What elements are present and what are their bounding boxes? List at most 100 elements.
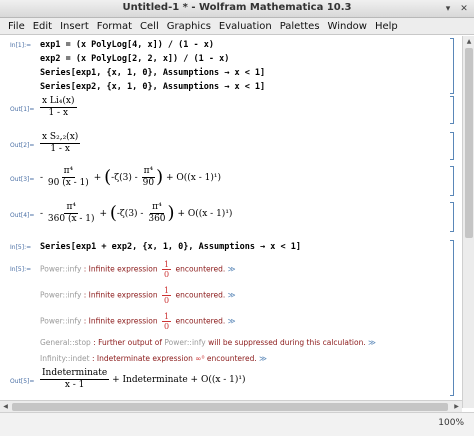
out5-tail: + Indeterminate + O((x - 1)¹): [112, 375, 246, 385]
close-icon[interactable]: ✕: [458, 3, 470, 15]
msg1-link[interactable]: ≫: [228, 265, 236, 274]
horizontal-scroll-thumb[interactable]: [12, 403, 448, 411]
msg4-link[interactable]: ≫: [368, 338, 376, 347]
out2-numerator: x S₂,₂(x): [40, 132, 81, 144]
msg2-frac: 10: [162, 286, 172, 305]
msg5-expr: ∞⁰: [195, 354, 205, 363]
msg2-frac-den: 0: [164, 296, 170, 305]
out5-label: Out[5]=: [10, 378, 35, 385]
menu-file[interactable]: File: [4, 18, 29, 34]
msg5-text: : Indeterminate expression: [89, 354, 196, 363]
out4-paren-inner: -ζ(3) -: [116, 209, 144, 219]
message-power-infy-3: Power::infy : Infinite expression 10 enc…: [40, 312, 236, 331]
status-bar: 100%: [0, 412, 474, 436]
out2-expression: x S₂,₂(x) 1 - x: [40, 132, 81, 155]
msg1-text: : Infinite expression: [81, 264, 160, 274]
notebook[interactable]: In[1]:= exp1 = (x PolyLog[4, x]) / (1 - …: [0, 36, 460, 400]
cell-bracket-in5-group[interactable]: [450, 240, 454, 396]
msg4-ref[interactable]: Power::infy: [164, 338, 205, 347]
out3-f1-num: π⁴: [61, 166, 76, 178]
msg3-tag[interactable]: Power::infy: [40, 317, 81, 326]
out4-f2-den: 360: [148, 214, 166, 224]
msg2-link[interactable]: ≫: [228, 291, 236, 300]
zoom-level[interactable]: 100%: [438, 418, 464, 428]
in1-line2[interactable]: exp2 = (x PolyLog[2, 2, x]) / (1 - x): [40, 54, 229, 64]
out1-numerator: x Li₄(x): [40, 96, 77, 108]
scroll-up-icon[interactable]: ▲: [463, 36, 474, 47]
out1-label: Out[1]=: [10, 106, 35, 113]
out4-f1-num: π⁴: [64, 202, 78, 214]
message-infinity-indet: Infinity::indet : Indeterminate expressi…: [40, 354, 267, 363]
cell-bracket-out4[interactable]: [450, 202, 454, 232]
out3-f2-num: π⁴: [141, 166, 156, 178]
out3-paren-inner: -ζ(3) -: [111, 173, 138, 183]
message-power-infy-2: Power::infy : Infinite expression 10 enc…: [40, 286, 236, 305]
out2-label: Out[2]=: [10, 142, 35, 149]
in1-line1[interactable]: exp1 = (x PolyLog[4, x]) / (1 - x): [40, 40, 214, 50]
msg3-frac-den: 0: [164, 322, 170, 331]
menu-format[interactable]: Format: [93, 18, 136, 34]
msg1-label: In[5]:=: [10, 266, 32, 273]
out3-f1-den: 90 (x - 1): [47, 178, 89, 188]
menu-insert[interactable]: Insert: [56, 18, 93, 34]
in1-line4[interactable]: Series[exp2, {x, 1, 0}, Assumptions → x …: [40, 82, 265, 92]
minimize-icon[interactable]: ▾: [442, 3, 454, 15]
out4-expression: - π⁴ 360 (x - 1) + (-ζ(3) - π⁴ 360) + O((x…: [40, 202, 233, 224]
out4-f2-num: π⁴: [150, 202, 164, 214]
menu-bar: File Edit Insert Format Cell Graphics Ev…: [0, 18, 474, 35]
out4-f1-den: 360 (x - 1): [47, 214, 95, 224]
menu-cell[interactable]: Cell: [136, 18, 163, 34]
message-general-stop: General::stop : Further output of Power:…: [40, 338, 376, 347]
msg4-text: : Further output of: [90, 338, 165, 347]
out2-denominator: 1 - x: [50, 144, 70, 154]
cell-bracket-out1[interactable]: [450, 96, 454, 124]
in1-line3[interactable]: Series[exp1, {x, 1, 0}, Assumptions → x …: [40, 68, 265, 78]
out1-denominator: 1 - x: [48, 108, 69, 118]
msg1-frac-den: 0: [164, 270, 170, 279]
msg2-tail: encountered.: [173, 290, 228, 300]
msg4-tail: will be suppressed during this calculati…: [205, 338, 369, 347]
msg3-frac-num: 1: [162, 312, 172, 322]
cell-bracket-out3[interactable]: [450, 166, 454, 196]
menu-edit[interactable]: Edit: [29, 18, 56, 34]
msg5-tail: encountered.: [204, 354, 260, 363]
menu-window[interactable]: Window: [324, 18, 371, 34]
title-bar[interactable]: Untitled-1 * - Wolfram Mathematica 10.3 …: [0, 0, 474, 18]
in5-line1[interactable]: Series[exp1 + exp2, {x, 1, 0}, Assumptio…: [40, 242, 301, 252]
msg3-frac: 10: [162, 312, 172, 331]
msg5-tag[interactable]: Infinity::indet: [40, 354, 90, 363]
out5-denominator: x - 1: [64, 380, 85, 390]
msg2-text: : Infinite expression: [81, 290, 160, 300]
cell-bracket-in1[interactable]: [450, 38, 454, 94]
message-power-infy-1: Power::infy : Infinite expression 10 enc…: [40, 260, 236, 279]
out3-expression: - π⁴ 90 (x - 1) + (-ζ(3) - π⁴ 90) + O((x -…: [40, 166, 221, 188]
msg4-tag[interactable]: General::stop: [40, 338, 91, 347]
window-title: Untitled-1 * - Wolfram Mathematica 10.3: [122, 2, 352, 13]
out3-tail: + O((x - 1)¹): [165, 173, 221, 183]
menu-evaluation[interactable]: Evaluation: [215, 18, 276, 34]
horizontal-scrollbar[interactable]: ◀ ▶: [0, 400, 462, 412]
msg3-text: : Infinite expression: [81, 316, 160, 326]
out5-expression: Indeterminate x - 1 + Indeterminate + O((…: [40, 368, 246, 391]
out3-f2-den: 90: [142, 178, 155, 188]
vertical-scroll-thumb[interactable]: [465, 48, 473, 238]
out3-sign: -: [40, 173, 44, 183]
msg2-tag[interactable]: Power::infy: [40, 291, 81, 300]
out3-label: Out[3]=: [10, 176, 35, 183]
menu-palettes[interactable]: Palettes: [276, 18, 324, 34]
msg2-frac-num: 1: [162, 286, 172, 296]
out4-plus: +: [99, 209, 107, 219]
menu-help[interactable]: Help: [371, 18, 402, 34]
menu-graphics[interactable]: Graphics: [163, 18, 215, 34]
out4-tail: + O((x - 1)¹): [177, 209, 233, 219]
out5-numerator: Indeterminate: [40, 368, 110, 380]
cell-bracket-out2[interactable]: [450, 132, 454, 160]
in1-label: In[1]:=: [10, 42, 32, 49]
in5-label: In[5]:=: [10, 244, 32, 251]
out4-sign: -: [40, 209, 44, 219]
vertical-scrollbar[interactable]: ▲: [462, 36, 474, 408]
msg3-tail: encountered.: [173, 316, 228, 326]
msg1-tag[interactable]: Power::infy: [40, 265, 81, 274]
msg3-link[interactable]: ≫: [228, 317, 236, 326]
msg5-link[interactable]: ≫: [259, 354, 267, 363]
